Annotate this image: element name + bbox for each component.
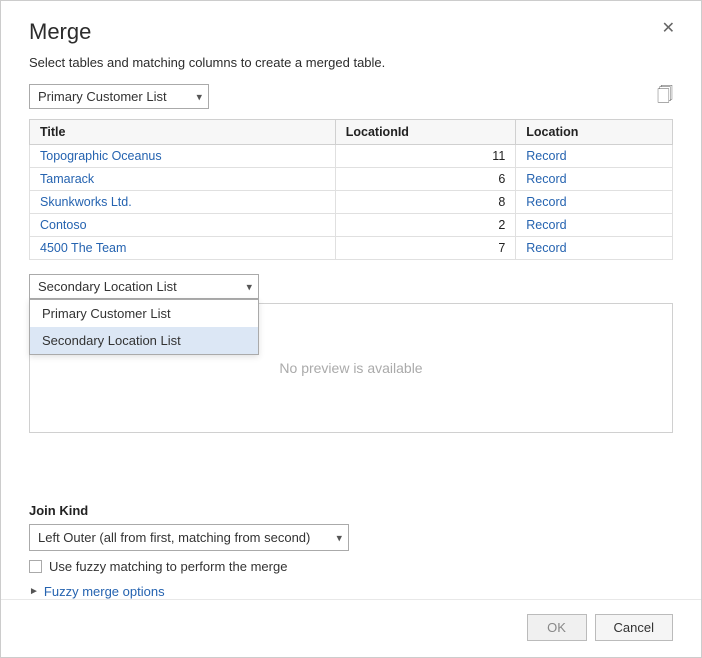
table-row[interactable]: Topographic Oceanus11Record <box>30 145 673 168</box>
ok-button[interactable]: OK <box>527 614 587 641</box>
cell-locationid: 11 <box>335 145 516 168</box>
join-section: Join Kind Left Outer (all from first, ma… <box>1 503 701 599</box>
table-row[interactable]: Tamarack6Record <box>30 168 673 191</box>
primary-table-body: Topographic Oceanus11RecordTamarack6Reco… <box>30 145 673 260</box>
join-kind-label: Join Kind <box>29 503 673 518</box>
cell-locationid: 2 <box>335 214 516 237</box>
cancel-button[interactable]: Cancel <box>595 614 673 641</box>
secondary-dropdown-list: Primary Customer List Secondary Location… <box>29 299 259 355</box>
table-header-row: Title LocationId Location <box>30 120 673 145</box>
merge-dialog: Merge ✕ Select tables and matching colum… <box>0 0 702 658</box>
secondary-dropdown-wrapper: Primary Customer List Secondary Location… <box>29 274 259 299</box>
cell-location: Record <box>516 145 673 168</box>
fuzzy-options-label: Fuzzy merge options <box>44 584 165 599</box>
dialog-body: Primary Customer List 🗍 Title LocationId… <box>1 84 701 485</box>
fuzzy-options-row[interactable]: ► Fuzzy merge options <box>29 584 673 599</box>
cell-locationid: 8 <box>335 191 516 214</box>
col-locationid: LocationId <box>335 120 516 145</box>
cell-locationid: 6 <box>335 168 516 191</box>
fuzzy-expand-icon: ► <box>29 586 39 597</box>
primary-table-dropdown[interactable]: Primary Customer List <box>29 84 209 109</box>
col-location: Location <box>516 120 673 145</box>
primary-table-section: Primary Customer List 🗍 Title LocationId… <box>29 84 673 260</box>
cell-locationid: 7 <box>335 237 516 260</box>
primary-table-dropdown-wrapper: Primary Customer List <box>29 84 209 109</box>
join-kind-dropdown[interactable]: Left Outer (all from first, matching fro… <box>29 524 349 551</box>
cell-title: Topographic Oceanus <box>30 145 336 168</box>
cell-location: Record <box>516 214 673 237</box>
join-dropdown-wrapper: Left Outer (all from first, matching fro… <box>29 524 349 551</box>
table-row[interactable]: Skunkworks Ltd.8Record <box>30 191 673 214</box>
primary-data-table: Title LocationId Location Topographic Oc… <box>29 119 673 260</box>
close-button[interactable]: ✕ <box>656 19 681 39</box>
fuzzy-checkbox-row: Use fuzzy matching to perform the merge <box>29 559 673 574</box>
cell-title: Tamarack <box>30 168 336 191</box>
secondary-table-dropdown[interactable]: Primary Customer List Secondary Location… <box>29 274 259 299</box>
dialog-header: Merge ✕ <box>1 1 701 45</box>
col-title: Title <box>30 120 336 145</box>
dialog-title: Merge <box>29 19 91 45</box>
secondary-dropdown-container: Primary Customer List Secondary Location… <box>29 274 259 299</box>
table-icon: 🗍 <box>657 84 673 111</box>
dropdown-list-item-secondary[interactable]: Secondary Location List <box>30 327 258 354</box>
cell-title: Contoso <box>30 214 336 237</box>
cell-location: Record <box>516 191 673 214</box>
table-row[interactable]: 4500 The Team7Record <box>30 237 673 260</box>
secondary-table-section: Primary Customer List Secondary Location… <box>29 274 673 433</box>
dialog-subtitle: Select tables and matching columns to cr… <box>1 45 701 84</box>
cell-title: 4500 The Team <box>30 237 336 260</box>
dropdown-list-item-primary[interactable]: Primary Customer List <box>30 300 258 327</box>
cell-location: Record <box>516 168 673 191</box>
cell-title: Skunkworks Ltd. <box>30 191 336 214</box>
dialog-footer: OK Cancel <box>1 599 701 657</box>
preview-text: No preview is available <box>279 360 422 376</box>
fuzzy-checkbox-label: Use fuzzy matching to perform the merge <box>49 559 287 574</box>
fuzzy-checkbox[interactable] <box>29 560 42 573</box>
table-row[interactable]: Contoso2Record <box>30 214 673 237</box>
cell-location: Record <box>516 237 673 260</box>
